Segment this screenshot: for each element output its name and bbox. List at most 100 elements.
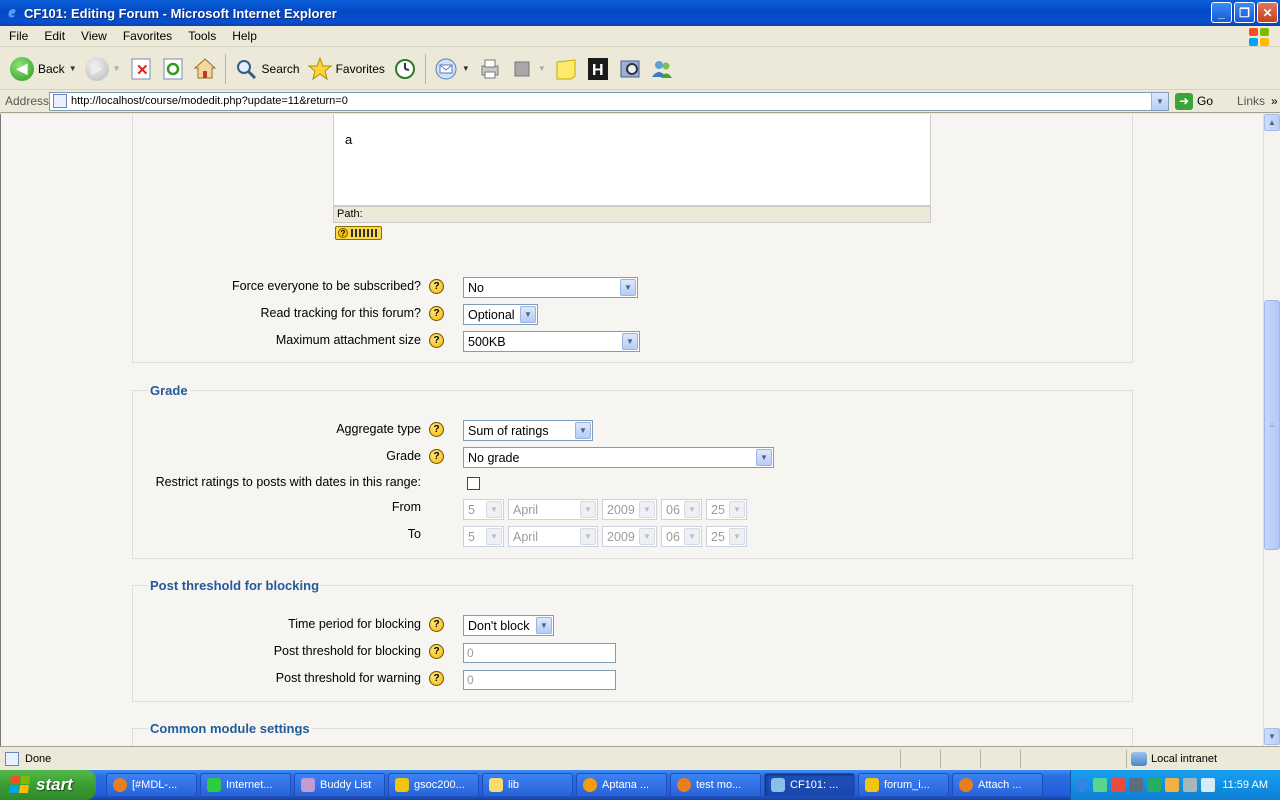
discuss-button[interactable] xyxy=(550,52,582,86)
back-button[interactable]: ◀ Back ▼ xyxy=(6,52,81,86)
menu-view[interactable]: View xyxy=(72,29,114,43)
history-button[interactable] xyxy=(389,52,421,86)
print-button[interactable] xyxy=(474,52,506,86)
warning-threshold-input[interactable]: 0 xyxy=(463,670,616,690)
tray-app-icon[interactable] xyxy=(1165,778,1179,792)
read-tracking-select[interactable]: Optional ▼ xyxy=(463,304,538,325)
links-chevron-icon[interactable]: » xyxy=(1271,94,1278,108)
svg-text:H: H xyxy=(592,62,604,79)
menu-edit[interactable]: Edit xyxy=(35,29,72,43)
tray-volume-icon[interactable] xyxy=(1183,778,1197,792)
go-button[interactable]: ➜ Go xyxy=(1175,92,1213,110)
task-button[interactable]: Attach ... xyxy=(952,773,1043,797)
tray-app-icon[interactable] xyxy=(1201,778,1215,792)
menu-file[interactable]: File xyxy=(0,29,35,43)
refresh-button[interactable] xyxy=(157,52,189,86)
research-button[interactable] xyxy=(614,52,646,86)
address-label: Address xyxy=(5,94,50,108)
help-icon[interactable]: ? xyxy=(429,449,444,464)
task-button[interactable]: lib xyxy=(482,773,573,797)
chevron-down-icon: ▼ xyxy=(639,501,655,518)
help-icon[interactable]: ? xyxy=(429,644,444,659)
from-minute-select[interactable]: 25 ▼ xyxy=(706,499,747,520)
max-attachment-select[interactable]: 500KB ▼ xyxy=(463,331,640,352)
task-button[interactable]: [#MDL-... xyxy=(106,773,197,797)
to-minute-select[interactable]: 25 ▼ xyxy=(706,526,747,547)
task-button[interactable]: Buddy List xyxy=(294,773,385,797)
mail-dropdown-icon[interactable]: ▼ xyxy=(462,64,470,73)
home-button[interactable] xyxy=(189,52,221,86)
messenger-button[interactable] xyxy=(646,52,678,86)
chevron-down-icon: ▼ xyxy=(486,501,502,518)
stop-button[interactable]: ✕ xyxy=(125,52,157,86)
to-hour-select[interactable]: 06 ▼ xyxy=(661,526,702,547)
edit-button[interactable]: ▼ xyxy=(506,52,550,86)
h-button[interactable]: H xyxy=(582,52,614,86)
back-label: Back xyxy=(38,61,65,76)
help-icon[interactable]: ? xyxy=(429,306,444,321)
forward-button[interactable]: ▶ ▼ xyxy=(81,52,125,86)
help-icon[interactable]: ? xyxy=(429,422,444,437)
address-url[interactable]: http://localhost/course/modedit.php?upda… xyxy=(71,95,1151,107)
grade-select[interactable]: No grade ▼ xyxy=(463,447,774,468)
scroll-up-button[interactable]: ▲ xyxy=(1264,114,1280,131)
menu-help[interactable]: Help xyxy=(223,29,264,43)
chevron-down-icon: ▼ xyxy=(684,501,700,518)
task-button[interactable]: test mo... xyxy=(670,773,761,797)
restrict-ratings-checkbox[interactable] xyxy=(467,477,480,490)
grade-legend[interactable]: Grade xyxy=(148,383,190,398)
clock[interactable]: 11:59 AM xyxy=(1222,779,1268,791)
post-threshold-input[interactable]: 0 xyxy=(463,643,616,663)
help-icon[interactable]: ? xyxy=(429,617,444,632)
aggregate-type-select[interactable]: Sum of ratings ▼ xyxy=(463,420,593,441)
scroll-down-button[interactable]: ▼ xyxy=(1264,728,1280,745)
mail-icon xyxy=(434,57,458,81)
start-button[interactable]: start xyxy=(0,770,96,800)
task-button[interactable]: Aptana ... xyxy=(576,773,667,797)
vertical-scrollbar[interactable]: ▲ ≡ ▼ xyxy=(1263,114,1280,746)
task-button[interactable]: forum_i... xyxy=(858,773,949,797)
to-year-select[interactable]: 2009 ▼ xyxy=(602,526,657,547)
address-dropdown-icon[interactable]: ▼ xyxy=(1151,92,1168,110)
tray-expand-icon[interactable] xyxy=(1075,778,1089,792)
back-dropdown-icon[interactable]: ▼ xyxy=(69,64,77,73)
menu-favorites[interactable]: Favorites xyxy=(114,29,179,43)
task-button[interactable]: Internet... xyxy=(200,773,291,797)
chevron-down-icon: ▼ xyxy=(536,617,552,634)
forward-dropdown-icon[interactable]: ▼ xyxy=(113,64,121,73)
common-legend[interactable]: Common module settings xyxy=(148,721,312,736)
force-subscribe-select[interactable]: No ▼ xyxy=(463,277,638,298)
maximize-button[interactable]: ❐ xyxy=(1234,2,1255,23)
minimize-button[interactable]: _ xyxy=(1211,2,1232,23)
edit-dropdown-icon[interactable]: ▼ xyxy=(538,64,546,73)
favorites-button[interactable]: Favorites xyxy=(304,52,389,86)
search-button[interactable]: Search xyxy=(230,52,304,86)
from-year-select[interactable]: 2009 ▼ xyxy=(602,499,657,520)
tray-network-icon[interactable] xyxy=(1093,778,1107,792)
task-button[interactable]: gsoc200... xyxy=(388,773,479,797)
task-button[interactable]: CF101: ... xyxy=(764,773,855,797)
address-input[interactable]: http://localhost/course/modedit.php?upda… xyxy=(49,91,1169,111)
to-month-select[interactable]: April ▼ xyxy=(508,526,598,547)
help-icon[interactable]: ? xyxy=(429,671,444,686)
tray-app-icon[interactable] xyxy=(1129,778,1143,792)
task-label: [#MDL-... xyxy=(132,779,178,791)
close-button[interactable]: ✕ xyxy=(1257,2,1278,23)
mail-button[interactable]: ▼ xyxy=(430,52,474,86)
tray-play-icon[interactable] xyxy=(1147,778,1161,792)
to-day-select[interactable]: 5 ▼ xyxy=(463,526,504,547)
from-month-select[interactable]: April ▼ xyxy=(508,499,598,520)
help-icon[interactable]: ? xyxy=(429,279,444,294)
time-period-select[interactable]: Don't block ▼ xyxy=(463,615,554,636)
menu-tools[interactable]: Tools xyxy=(179,29,223,43)
tray-app-icon[interactable] xyxy=(1111,778,1125,792)
read-tracking-label: Read tracking for this forum? xyxy=(260,306,422,320)
search-icon xyxy=(234,57,258,81)
blocking-legend[interactable]: Post threshold for blocking xyxy=(148,578,322,593)
firefox-icon xyxy=(113,778,127,792)
from-hour-select[interactable]: 06 ▼ xyxy=(661,499,702,520)
scroll-thumb[interactable]: ≡ xyxy=(1264,300,1280,550)
help-icon[interactable]: ? xyxy=(429,333,444,348)
links-button[interactable]: Links xyxy=(1237,94,1265,108)
from-day-select[interactable]: 5 ▼ xyxy=(463,499,504,520)
